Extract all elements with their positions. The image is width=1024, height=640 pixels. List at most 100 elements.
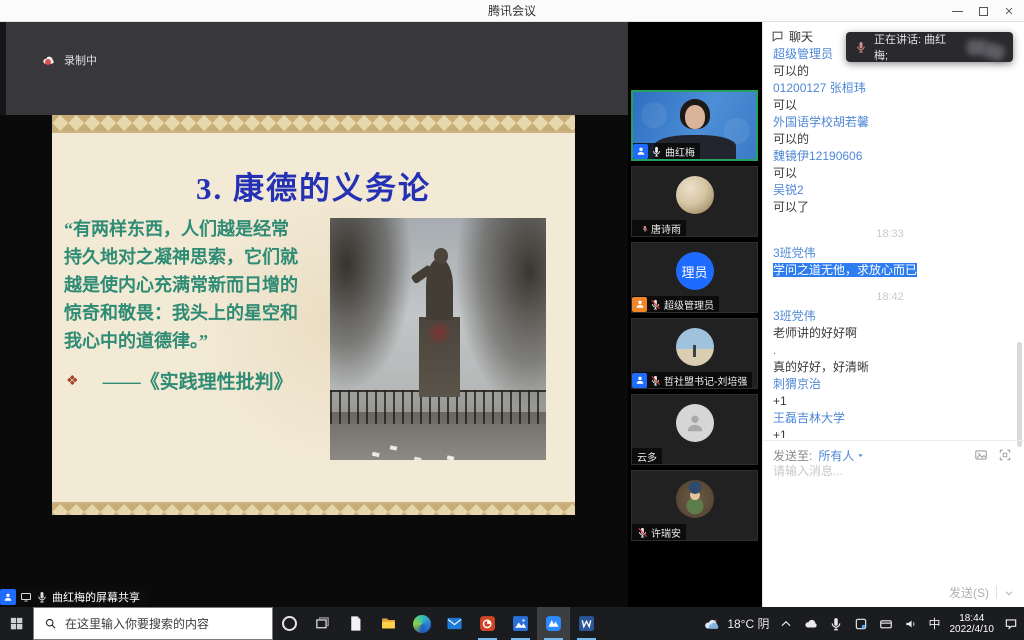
chat-message-list: 超级管理员可以的 01200127 张桓玮可以 外国语学校胡若馨可以的 魏镜伊1…	[763, 46, 1017, 438]
file-explorer-button[interactable]	[372, 607, 405, 640]
chat-message: 王磊吉林大学+1	[773, 410, 1007, 438]
edge-icon	[413, 615, 431, 633]
message-text[interactable]: 可以	[773, 165, 1007, 182]
word-button[interactable]	[570, 607, 603, 640]
statue-head	[434, 248, 448, 264]
slide-border-pattern-bottom	[52, 502, 575, 515]
slide-title: 3. 康德的义务论	[52, 163, 575, 208]
wallet-tray-icon[interactable]	[878, 616, 894, 632]
participant-tile-super-admin[interactable]: 理员 超级管理员	[631, 242, 758, 313]
photo-tree-right	[457, 218, 546, 407]
message-sender[interactable]: 外国语学校胡若馨	[773, 114, 1007, 131]
powerpoint-button[interactable]	[471, 607, 504, 640]
action-center-button[interactable]	[1003, 616, 1019, 632]
minimize-button[interactable]	[952, 11, 963, 12]
taskbar-search[interactable]	[33, 607, 273, 640]
slide-quote-line: 持久地对之凝神思索，它们就	[64, 243, 342, 271]
speaking-toast-text: 正在讲话: 曲红梅;	[874, 31, 960, 63]
presentation-slide: 3. 康德的义务论 “有两样东西，人们越是经常 持久地对之凝神思索，它们就 越是…	[52, 115, 575, 515]
chat-bubble-icon	[771, 30, 784, 43]
message-text[interactable]: +1	[773, 427, 1007, 438]
screen-share-icon	[20, 591, 32, 603]
message-sender[interactable]: 3班党伟	[773, 308, 1007, 325]
message-text[interactable]: +1	[773, 393, 1007, 410]
participant-tile-tang-shiyu[interactable]: 唐诗雨	[631, 166, 758, 237]
message-sender[interactable]: 刺猬京治	[773, 376, 1007, 393]
message-sender[interactable]: 王磊吉林大学	[773, 410, 1007, 427]
chat-input[interactable]	[773, 462, 1015, 572]
send-options-chevron[interactable]	[1004, 588, 1014, 598]
speaking-toast: 正在讲话: 曲红梅;	[846, 32, 1013, 62]
message-text[interactable]: 真的好好，好清晰	[773, 359, 1007, 376]
message-text[interactable]: 可以的	[773, 63, 1007, 80]
task-view-button[interactable]	[306, 607, 339, 640]
participant-tile-yunduo[interactable]: 云多	[631, 394, 758, 465]
participant-video-list: 曲红梅 唐诗雨 理员 超级管理员	[628, 22, 762, 607]
chat-message: 3班党伟学问之道无他，求放心而已	[773, 245, 1007, 279]
edge-button[interactable]	[405, 607, 438, 640]
volume-icon[interactable]	[903, 616, 919, 632]
weather-widget[interactable]: 18°C 阴	[703, 615, 769, 632]
divider	[996, 586, 997, 599]
participant-name: 曲红梅	[665, 144, 695, 159]
participant-name-tag: 超级管理员	[632, 296, 719, 312]
search-input[interactable]	[65, 617, 255, 631]
taskbar-clock[interactable]: 18:44 2022/4/10	[950, 613, 995, 635]
tray-expand-button[interactable]	[778, 616, 794, 632]
participant-name: 许瑞安	[651, 525, 681, 540]
speaker-face	[685, 105, 705, 129]
participant-name: 哲社盟书记-刘培强	[664, 373, 747, 388]
onedrive-icon[interactable]	[803, 616, 819, 632]
message-text[interactable]: 可以了	[773, 199, 1007, 216]
message-text-selected[interactable]: 学问之道无他，求放心而已	[773, 262, 1007, 279]
divider	[763, 440, 1024, 441]
screen-share-banner[interactable]: 曲红梅的屏幕共享	[0, 588, 148, 605]
admin-badge-icon	[632, 297, 647, 312]
statue-paint	[425, 319, 454, 346]
participant-tile-xu-ruian[interactable]: 许瑞安	[631, 470, 758, 541]
message-sender[interactable]: 吴锐2	[773, 182, 1007, 199]
speaking-mic-icon	[855, 41, 867, 53]
start-button[interactable]	[0, 607, 33, 640]
participant-tile-qu-hongmei[interactable]: 曲红梅	[631, 90, 758, 161]
send-to-label: 发送至:	[773, 447, 812, 464]
close-button[interactable]	[1004, 6, 1014, 16]
clock-date: 2022/4/10	[950, 624, 995, 635]
slide-border-pattern-top	[52, 115, 575, 133]
photos-button[interactable]	[504, 607, 537, 640]
chat-message: 01200127 张桓玮可以	[773, 80, 1007, 114]
message-text[interactable]: 可以的	[773, 131, 1007, 148]
search-icon	[44, 617, 57, 630]
participant-name: 云多	[632, 449, 657, 464]
chat-message: 外国语学校胡若馨可以的	[773, 114, 1007, 148]
avatar	[676, 404, 714, 442]
participant-name-tag: 云多	[632, 448, 662, 464]
meeting-tray-icon[interactable]	[853, 616, 869, 632]
clock-time: 18:44	[950, 613, 995, 624]
cortana-icon	[282, 616, 297, 631]
message-text[interactable]: 可以	[773, 97, 1007, 114]
chat-message: .真的好好，好清晰	[773, 342, 1007, 376]
meeting-app-body: 录制中 3. 康德的义务论 “有两样东西，人们越是经常 持久地对之凝神思索，它们…	[0, 22, 1024, 607]
maximize-button[interactable]	[979, 7, 988, 16]
mail-button[interactable]	[438, 607, 471, 640]
tray-mic-icon[interactable]	[828, 616, 844, 632]
mic-icon	[36, 591, 48, 603]
message-sender[interactable]: .	[773, 342, 1007, 359]
send-to-dropdown[interactable]: 所有人	[818, 447, 865, 464]
message-sender[interactable]: 3班党伟	[773, 245, 1007, 262]
send-button[interactable]: 发送(S)	[949, 584, 989, 601]
ime-indicator[interactable]: 中	[928, 615, 940, 632]
participant-name-tag: 唐诗雨	[632, 220, 686, 236]
window-controls	[952, 0, 1014, 22]
recording-indicator[interactable]: 录制中	[40, 52, 97, 68]
message-text[interactable]: 老师讲的好好啊	[773, 325, 1007, 342]
participant-tile-liu-peiqiang[interactable]: 哲社盟书记-刘培强	[631, 318, 758, 389]
notepad-button[interactable]	[339, 607, 372, 640]
tencent-meeting-button[interactable]	[537, 607, 570, 640]
cortana-button[interactable]	[273, 607, 306, 640]
chat-message: 刺猬京治+1	[773, 376, 1007, 410]
message-sender[interactable]: 01200127 张桓玮	[773, 80, 1007, 97]
message-sender[interactable]: 魏镜伊12190606	[773, 148, 1007, 165]
chat-scrollbar[interactable]	[1017, 342, 1022, 447]
